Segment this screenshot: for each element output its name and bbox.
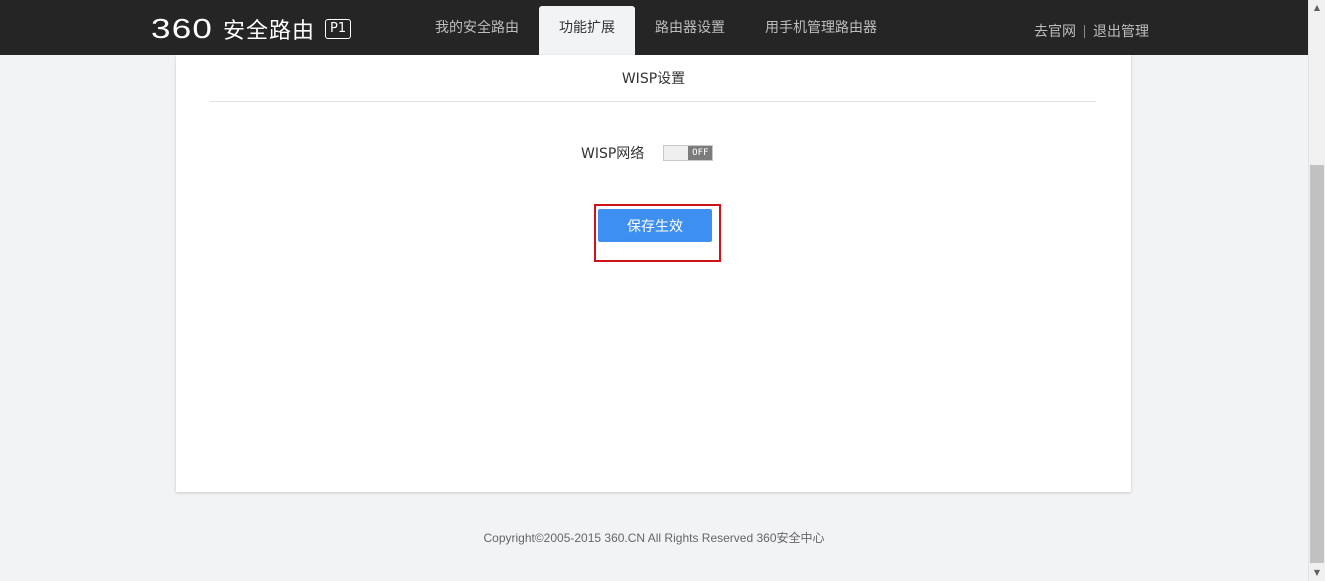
logo-number: 360 xyxy=(151,13,214,44)
tab-router-settings[interactable]: 路由器设置 xyxy=(635,6,745,55)
scroll-up-arrow-icon[interactable]: ▲ xyxy=(1309,0,1325,16)
tab-my-router[interactable]: 我的安全路由 xyxy=(415,6,539,55)
copyright-footer: Copyright©2005-2015 360.CN All Rights Re… xyxy=(483,531,825,545)
page-title: WISP设置 xyxy=(621,71,686,87)
save-apply-button[interactable]: 保存生效 xyxy=(598,209,712,242)
header-links: 去官网 退出管理 xyxy=(1034,21,1149,41)
top-navbar: 360 安全路由 P1 我的安全路由 功能扩展 路由器设置 用手机管理路由器 去… xyxy=(0,0,1308,55)
model-badge: P1 xyxy=(325,19,352,39)
link-divider xyxy=(1084,24,1085,38)
wisp-network-label: WISP网络 xyxy=(581,146,645,162)
wisp-network-row: WISP网络 OFF xyxy=(581,143,714,163)
scroll-down-arrow-icon[interactable]: ▼ xyxy=(1309,565,1325,581)
scroll-thumb[interactable] xyxy=(1310,165,1324,563)
official-site-link[interactable]: 去官网 xyxy=(1034,21,1076,41)
wisp-toggle-switch[interactable]: OFF xyxy=(663,145,714,161)
wisp-settings-panel: WISP设置 WISP网络 OFF 保存生效 xyxy=(176,55,1131,492)
tab-feature-extensions[interactable]: 功能扩展 xyxy=(539,6,635,55)
main-nav: 我的安全路由 功能扩展 路由器设置 用手机管理路由器 xyxy=(415,6,897,55)
toggle-state-label: OFF xyxy=(688,146,713,160)
vertical-scrollbar[interactable]: ▲ ▼ xyxy=(1308,0,1325,581)
title-divider xyxy=(210,101,1096,102)
tab-mobile-management[interactable]: 用手机管理路由器 xyxy=(745,6,897,55)
router-logo[interactable]: 360 安全路由 P1 xyxy=(151,13,352,44)
logout-link[interactable]: 退出管理 xyxy=(1093,21,1149,41)
